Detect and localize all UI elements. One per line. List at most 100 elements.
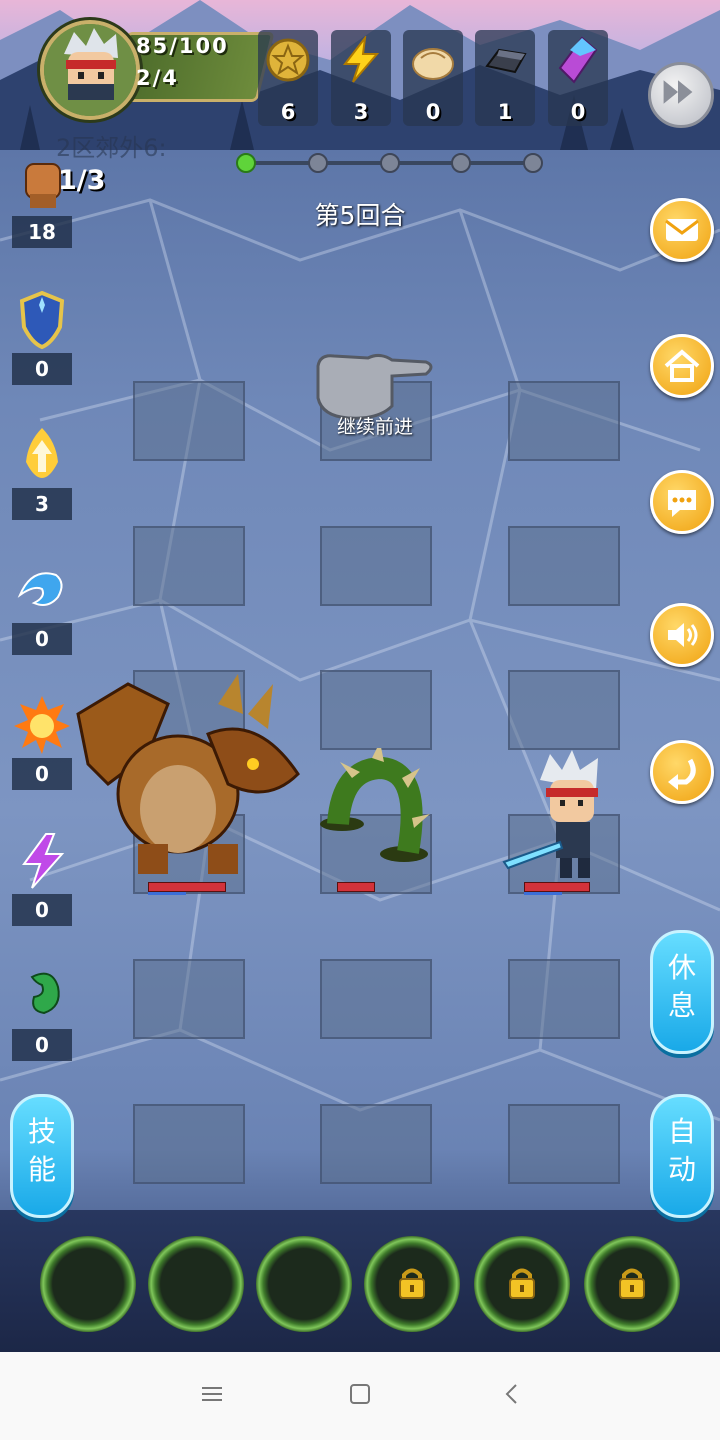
stat-holy[interactable]: 3 xyxy=(12,422,72,522)
stat-count: 0 xyxy=(12,353,72,385)
resource-energy[interactable]: 3 xyxy=(331,30,391,130)
grid-tile[interactable] xyxy=(508,1104,620,1184)
resource-value: 1 xyxy=(497,100,513,124)
skill-slot-locked[interactable] xyxy=(584,1236,680,1332)
stat-defense[interactable]: 0 xyxy=(12,287,72,387)
chat-bubble-icon xyxy=(668,490,696,517)
grid-tile[interactable] xyxy=(508,526,620,606)
grid-tile[interactable] xyxy=(320,670,432,750)
stat-icon-wrap xyxy=(12,557,72,623)
return-arrow-icon xyxy=(668,758,696,790)
continue-hint[interactable]: 继续前进 xyxy=(320,412,430,439)
resource-gold[interactable]: 6 xyxy=(258,30,318,130)
grid-tile[interactable] xyxy=(133,1104,245,1184)
skill-slot[interactable] xyxy=(40,1236,136,1332)
progress-dot xyxy=(380,153,400,173)
back-icon[interactable] xyxy=(500,1382,524,1406)
return-button[interactable] xyxy=(650,740,714,804)
grid-tile[interactable] xyxy=(133,959,245,1039)
menu-icon[interactable] xyxy=(200,1382,224,1406)
fast-forward-button[interactable] xyxy=(648,62,714,128)
hero-face-icon xyxy=(44,24,136,116)
water-wave-icon xyxy=(17,572,63,606)
grid-tile[interactable] xyxy=(320,1104,432,1184)
skill-slot[interactable] xyxy=(148,1236,244,1332)
gold-coin-icon xyxy=(266,38,310,82)
lock-icon xyxy=(399,1268,425,1299)
skill-button-label: 技能 xyxy=(27,1115,56,1186)
stat-count: 18 xyxy=(12,216,72,248)
skill-slot[interactable] xyxy=(256,1236,352,1332)
lock-icon xyxy=(509,1268,535,1299)
stat-water[interactable]: 0 xyxy=(12,557,72,657)
sound-button[interactable] xyxy=(650,603,714,667)
fist-icon xyxy=(25,163,61,208)
hero-hp-bar xyxy=(524,882,590,892)
bun-icon xyxy=(412,48,454,80)
stat-fire[interactable]: 0 xyxy=(12,692,72,792)
stat-icon-wrap xyxy=(12,692,72,758)
progress-dot-current xyxy=(236,153,256,173)
dragon-enemy[interactable] xyxy=(68,674,308,884)
thorn-vine-enemy[interactable] xyxy=(312,748,442,868)
crystal-icon xyxy=(558,36,598,84)
home-icon xyxy=(664,349,700,382)
fast-forward-icon xyxy=(663,80,693,104)
stat-count: 3 xyxy=(12,488,72,520)
rest-button[interactable]: 休息 xyxy=(650,930,714,1054)
chat-button[interactable] xyxy=(650,470,714,534)
hero-energy-bar xyxy=(524,892,562,895)
grid-tile[interactable] xyxy=(133,381,245,461)
grid-tile[interactable] xyxy=(133,526,245,606)
fire-burst-icon xyxy=(14,696,70,754)
skill-button[interactable]: 技能 xyxy=(10,1094,74,1218)
hero-portrait[interactable] xyxy=(40,20,140,120)
holy-arrow-icon xyxy=(26,428,58,478)
stat-count: 0 xyxy=(12,758,72,790)
resource-bun[interactable]: 0 xyxy=(403,30,463,130)
stat-poison[interactable]: 0 xyxy=(12,963,72,1063)
stat-icon-wrap xyxy=(12,963,72,1029)
shield-icon xyxy=(19,290,65,350)
stat-count: 0 xyxy=(12,623,72,655)
auto-button-label: 自动 xyxy=(667,1115,696,1186)
stat-icon-wrap xyxy=(12,287,72,353)
stat-icon-wrap xyxy=(12,828,72,894)
progress-dot xyxy=(451,153,471,173)
mail-button[interactable] xyxy=(650,198,714,262)
hero-character[interactable] xyxy=(500,750,630,885)
resource-iron[interactable]: 1 xyxy=(475,30,535,130)
resource-crystal[interactable]: 0 xyxy=(548,30,608,130)
grid-tile[interactable] xyxy=(320,959,432,1039)
system-nav-bar xyxy=(0,1352,720,1440)
mail-icon xyxy=(665,219,699,241)
rest-button-label: 休息 xyxy=(667,951,696,1022)
iron-ingot-icon xyxy=(485,48,527,74)
lightning-bolt-icon xyxy=(22,833,65,889)
lock-icon xyxy=(619,1268,645,1299)
grid-tile[interactable] xyxy=(508,381,620,461)
resource-value: 3 xyxy=(353,100,369,124)
grid-tile[interactable] xyxy=(320,526,432,606)
progress-dot xyxy=(308,153,328,173)
poison-drop-icon xyxy=(30,972,60,1015)
stat-icon-wrap xyxy=(12,422,72,488)
area-label: 2区郊外6: xyxy=(56,134,167,162)
hp-text: 85/100 xyxy=(136,34,229,58)
auto-button[interactable]: 自动 xyxy=(650,1094,714,1218)
home-square-icon[interactable] xyxy=(348,1382,372,1406)
grid-tile[interactable] xyxy=(508,670,620,750)
resource-value: 0 xyxy=(570,100,586,124)
resource-value: 0 xyxy=(425,100,441,124)
stat-thunder[interactable]: 0 xyxy=(12,828,72,928)
skill-slot-locked[interactable] xyxy=(364,1236,460,1332)
stat-count: 0 xyxy=(12,894,72,926)
stat-attack[interactable]: 18 xyxy=(12,150,72,250)
dragon-hp-bar xyxy=(148,882,226,892)
round-label: 第5回合 xyxy=(314,201,406,230)
skill-slot-locked[interactable] xyxy=(474,1236,570,1332)
home-button[interactable] xyxy=(650,334,714,398)
speaker-icon xyxy=(668,623,698,647)
grid-tile[interactable] xyxy=(508,959,620,1039)
vine-hp-bar xyxy=(337,882,375,892)
